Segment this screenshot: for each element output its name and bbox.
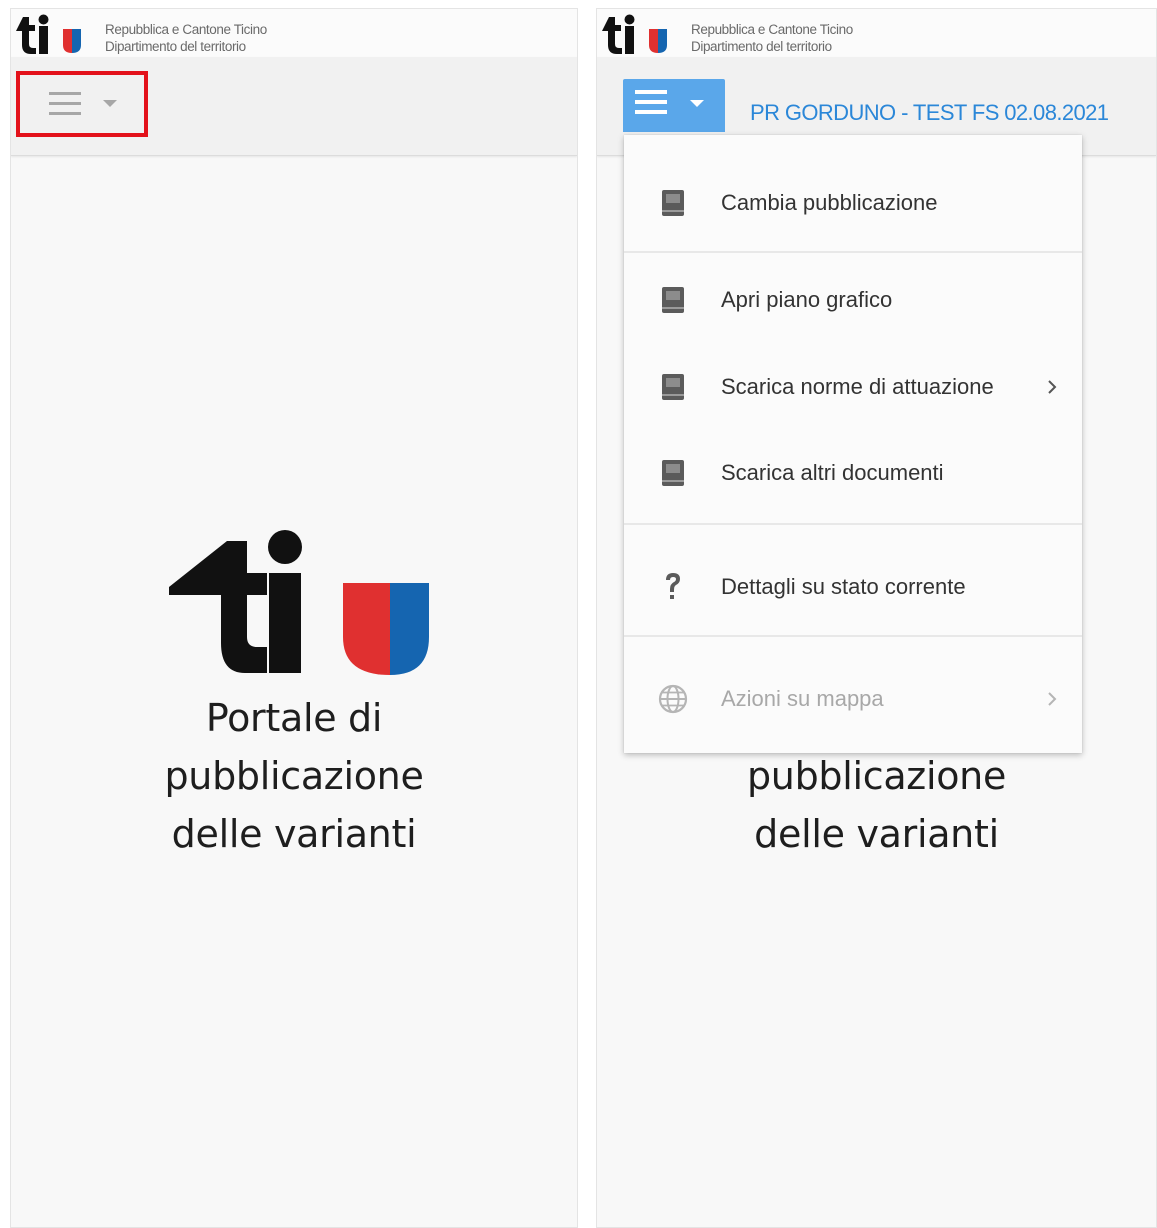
menu-button-active[interactable] (623, 79, 725, 132)
menu-item-label: Azioni su mappa (721, 686, 884, 711)
menu-divider (624, 523, 1082, 525)
book-icon (658, 285, 688, 315)
right-screen: Repubblica e Cantone Ticino Dipartimento… (596, 8, 1157, 1228)
government-name: Repubblica e Cantone Ticino (691, 22, 853, 37)
chevron-right-icon (1040, 373, 1064, 401)
site-header: Repubblica e Cantone Ticino Dipartimento… (597, 9, 1156, 57)
highlight-annotation (16, 71, 148, 137)
department-name: Dipartimento del territorio (105, 39, 246, 54)
dropdown-menu: Cambia pubblicazione Apri piano grafico (624, 135, 1082, 753)
menu-item-label: Scarica norme di attuazione (721, 374, 994, 399)
question-icon (658, 572, 688, 602)
toolbar (11, 57, 577, 156)
caret-down-icon (690, 100, 704, 107)
portal-title: pubblicazione delle varianti (597, 747, 1156, 863)
publication-title: PR GORDUNO - TEST FS 02.08.2021 (750, 100, 1109, 125)
menu-item-azioni-su-mappa[interactable]: Azioni su mappa (624, 669, 1082, 729)
menu-item-label: Apri piano grafico (721, 287, 893, 312)
menu-item-apri-piano-grafico[interactable]: Apri piano grafico (624, 270, 1082, 330)
department-name: Dipartimento del territorio (691, 39, 832, 54)
book-icon (658, 372, 688, 402)
portal-title-line-3: delle varianti (171, 812, 417, 856)
globe-icon (658, 684, 688, 714)
ti-logo-small (602, 14, 667, 54)
left-screen: Repubblica e Cantone Ticino Dipartimento… (10, 8, 578, 1228)
ti-logo-large (169, 530, 429, 675)
ti-logo-small (16, 14, 81, 54)
book-icon (658, 458, 688, 488)
book-icon (658, 188, 688, 218)
government-caption: Repubblica e Cantone Ticino Dipartimento… (691, 21, 853, 55)
portal-title-line-1: Portale di (205, 696, 383, 740)
menu-item-label: Dettagli su stato corrente (721, 574, 966, 599)
portal-title-line-2: pubblicazione (746, 754, 1007, 798)
menu-item-label: Cambia pubblicazione (721, 190, 938, 215)
portal-title-line-2: pubblicazione (164, 754, 424, 798)
government-name: Repubblica e Cantone Ticino (105, 22, 267, 37)
government-caption: Repubblica e Cantone Ticino Dipartimento… (105, 21, 267, 55)
menu-divider (624, 635, 1082, 637)
menu-item-scarica-norme[interactable]: Scarica norme di attuazione (624, 357, 1082, 417)
menu-item-dettagli-stato[interactable]: Dettagli su stato corrente (624, 557, 1082, 617)
menu-divider (624, 251, 1082, 253)
chevron-right-icon (1040, 685, 1064, 713)
menu-item-scarica-altri-documenti[interactable]: Scarica altri documenti (624, 443, 1082, 503)
menu-item-cambia-pubblicazione[interactable]: Cambia pubblicazione (624, 173, 1082, 233)
site-header: Repubblica e Cantone Ticino Dipartimento… (11, 9, 577, 57)
menu-item-label: Scarica altri documenti (721, 460, 944, 485)
portal-title-line-3: delle varianti (754, 812, 999, 856)
hamburger-menu-icon (635, 90, 704, 114)
portal-title: Portale di pubblicazione delle varianti (11, 689, 577, 863)
